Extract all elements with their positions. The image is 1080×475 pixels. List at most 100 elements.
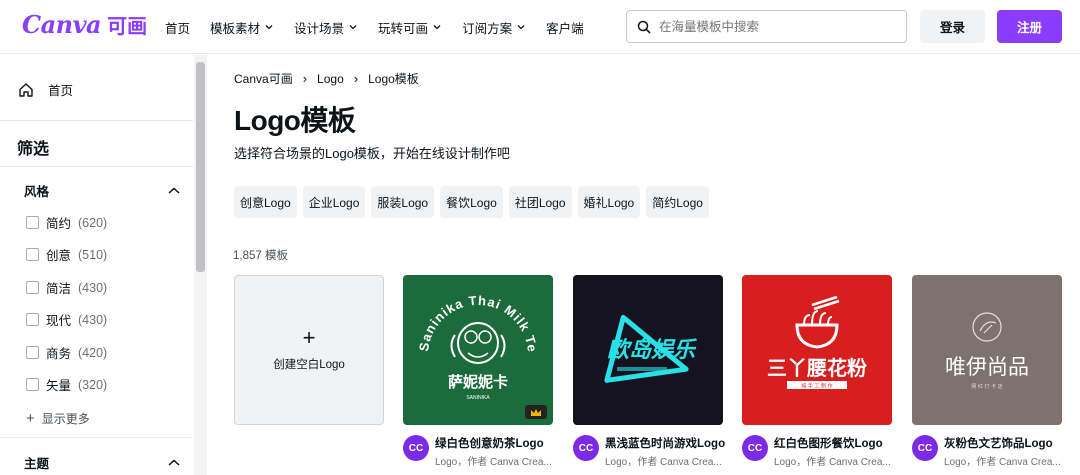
style-option-simple[interactable]: 简约 (620) [26,213,107,232]
template-meta-noodles[interactable]: CC 红白色图形餐饮Logo Logo，作者 Canva Crea... [742,433,897,473]
divider [0,166,193,167]
plus-icon: + [26,409,35,427]
template-meta-gaming[interactable]: CC 黑浅蓝色时尚游戏Logo Logo，作者 Canva Crea... [573,433,728,473]
main-content: Canva可画 › Logo › Logo模板 Logo模板 选择符合场景的Lo… [208,55,1080,475]
chevron-up-icon [168,458,180,466]
style-section-label: 风格 [24,185,50,199]
template-thumbnail-milk-tea[interactable]: Saninika Thai Milk Tea 萨妮妮卡 SANINIKA [403,275,553,425]
template-title: 绿白色创意奶茶Logo [435,438,544,450]
milk-tea-logo-art: Saninika Thai Milk Tea 萨妮妮卡 SANINIKA [403,275,540,401]
svg-text:Saninika Thai Milk Tea: Saninika Thai Milk Tea [403,275,540,353]
chip-food[interactable]: 餐饮Logo [440,186,503,218]
milk-tea-ring-text: Saninika Thai Milk Tea [403,275,539,353]
chip-club[interactable]: 社团Logo [508,186,572,218]
search-input[interactable] [659,19,879,34]
category-chips: 创意Logo 企业Logo 服装Logo 餐饮Logo 社团Logo 婚礼Log… [234,186,709,218]
milk-tea-small-text: SANINIKA [466,395,490,401]
gaming-main-text: 欧岛娱乐 [607,337,697,363]
chip-enterprise[interactable]: 企业Logo [302,186,366,218]
show-more-label: 显示更多 [41,412,90,426]
show-more-button[interactable]: + 显示更多 [26,410,90,427]
chip-clothing[interactable]: 服装Logo [371,186,435,218]
nav-design-scenes[interactable]: 设计场景 [294,18,358,37]
template-meta-accessories[interactable]: CC 灰粉色文艺饰品Logo Logo，作者 Canva Crea... [912,433,1067,473]
template-author: Logo，作者 Canva Crea... [435,457,552,468]
top-bar: Canva 可画 首页 模板素材 设计场景 玩转可画 订阅方案 客户端 登录 注… [0,0,1080,54]
template-author: Logo，作者 Canva Crea... [944,457,1061,468]
noodles-small-text: 纯 手 工 制 作 [801,383,832,390]
theme-section-label: 主题 [24,457,50,471]
nav-pricing[interactable]: 订阅方案 [462,18,526,37]
chip-creative[interactable]: 创意Logo [234,186,297,218]
breadcrumb-logo[interactable]: Logo [317,72,344,86]
template-author: Logo，作者 Canva Crea... [774,457,891,468]
nav-client[interactable]: 客户端 [546,18,584,37]
theme-section-header[interactable]: 主题 [24,453,181,472]
gaming-logo-art: 欧岛娱乐 [604,314,697,383]
login-button[interactable]: 登录 [920,10,985,43]
style-option-creative[interactable]: 创意 (510) [26,245,107,264]
template-author: Logo，作者 Canva Crea... [605,457,722,468]
chevron-right-icon: › [302,71,308,86]
breadcrumb: Canva可画 › Logo › Logo模板 [234,70,419,87]
checkbox[interactable] [26,281,39,294]
sidebar-home-label: 首页 [48,84,74,98]
style-option-clean[interactable]: 简洁 (430) [26,278,107,297]
chevron-down-icon [517,25,525,30]
chip-minimal[interactable]: 简约Logo [646,186,709,218]
chevron-down-icon [265,25,273,30]
template-meta-milk-tea[interactable]: CC 绿白色创意奶茶Logo Logo，作者 Canva Crea... [403,433,558,473]
checkbox[interactable] [26,378,39,391]
checkbox[interactable] [26,313,39,326]
logo-chinese: 可画 [107,16,148,38]
create-blank-label: 创建空白Logo [273,359,345,371]
plus-icon: + [302,325,316,350]
filter-title: 筛选 [17,141,50,158]
register-button[interactable]: 注册 [997,10,1062,43]
template-title: 黑浅蓝色时尚游戏Logo [605,438,726,450]
accessories-small-text: 网 红 打 卡 店 [971,383,1002,390]
template-thumbnail-gaming[interactable]: 欧岛娱乐 [573,275,723,425]
main-nav: 首页 模板素材 设计场景 玩转可画 订阅方案 客户端 [165,0,604,54]
nav-home[interactable]: 首页 [165,18,190,37]
avatar: CC [403,435,429,461]
breadcrumb-current[interactable]: Logo模板 [368,70,419,87]
template-thumbnail-noodles[interactable]: 三丫腰花粉 纯 手 工 制 作 [742,275,892,425]
style-option-vector[interactable]: 矢量 (320) [26,375,107,394]
style-option-business[interactable]: 商务 (420) [26,343,107,362]
avatar: CC [912,435,938,461]
chevron-down-icon [349,25,357,30]
template-title: 红白色图形餐饮Logo [774,438,883,450]
search-icon [637,20,651,34]
create-blank-card[interactable]: + 创建空白Logo [234,275,384,425]
sidebar-item-home[interactable]: 首页 [18,80,73,99]
noodles-main-text: 三丫腰花粉 [767,356,867,380]
template-thumbnail-accessories[interactable]: 唯伊尚品 网 红 打 卡 店 [912,275,1062,425]
style-section-header[interactable]: 风格 [24,181,181,200]
divider [0,437,193,438]
noodles-logo-art: 三丫腰花粉 纯 手 工 制 作 [767,295,867,390]
sidebar-scroll-thumb[interactable] [196,62,205,272]
canva-logo[interactable]: Canva 可画 [22,10,147,39]
home-icon [19,82,33,97]
chevron-right-icon: › [353,71,359,86]
breadcrumb-canva[interactable]: Canva可画 [234,70,293,87]
avatar: CC [742,435,768,461]
checkbox[interactable] [26,216,39,229]
chevron-up-icon [168,186,180,194]
logo-wordmark: Canva [22,10,102,39]
page-title: Logo模板 [234,105,356,136]
chip-wedding[interactable]: 婚礼Logo [577,186,641,218]
nav-learn[interactable]: 玩转可画 [378,18,442,37]
avatar: CC [573,435,599,461]
nav-templates[interactable]: 模板素材 [210,18,274,37]
page-subtitle: 选择符合场景的Logo模板，开始在线设计制作吧 [234,146,510,161]
template-title: 灰粉色文艺饰品Logo [944,438,1053,450]
style-option-modern[interactable]: 现代 (430) [26,310,107,329]
accessories-logo-art: 唯伊尚品 网 红 打 卡 店 [945,312,1029,390]
template-count: 1,857 模板 [233,250,288,262]
accessories-main-text: 唯伊尚品 [945,355,1029,379]
checkbox[interactable] [26,346,39,359]
checkbox[interactable] [26,248,39,261]
search-box[interactable] [626,10,907,43]
